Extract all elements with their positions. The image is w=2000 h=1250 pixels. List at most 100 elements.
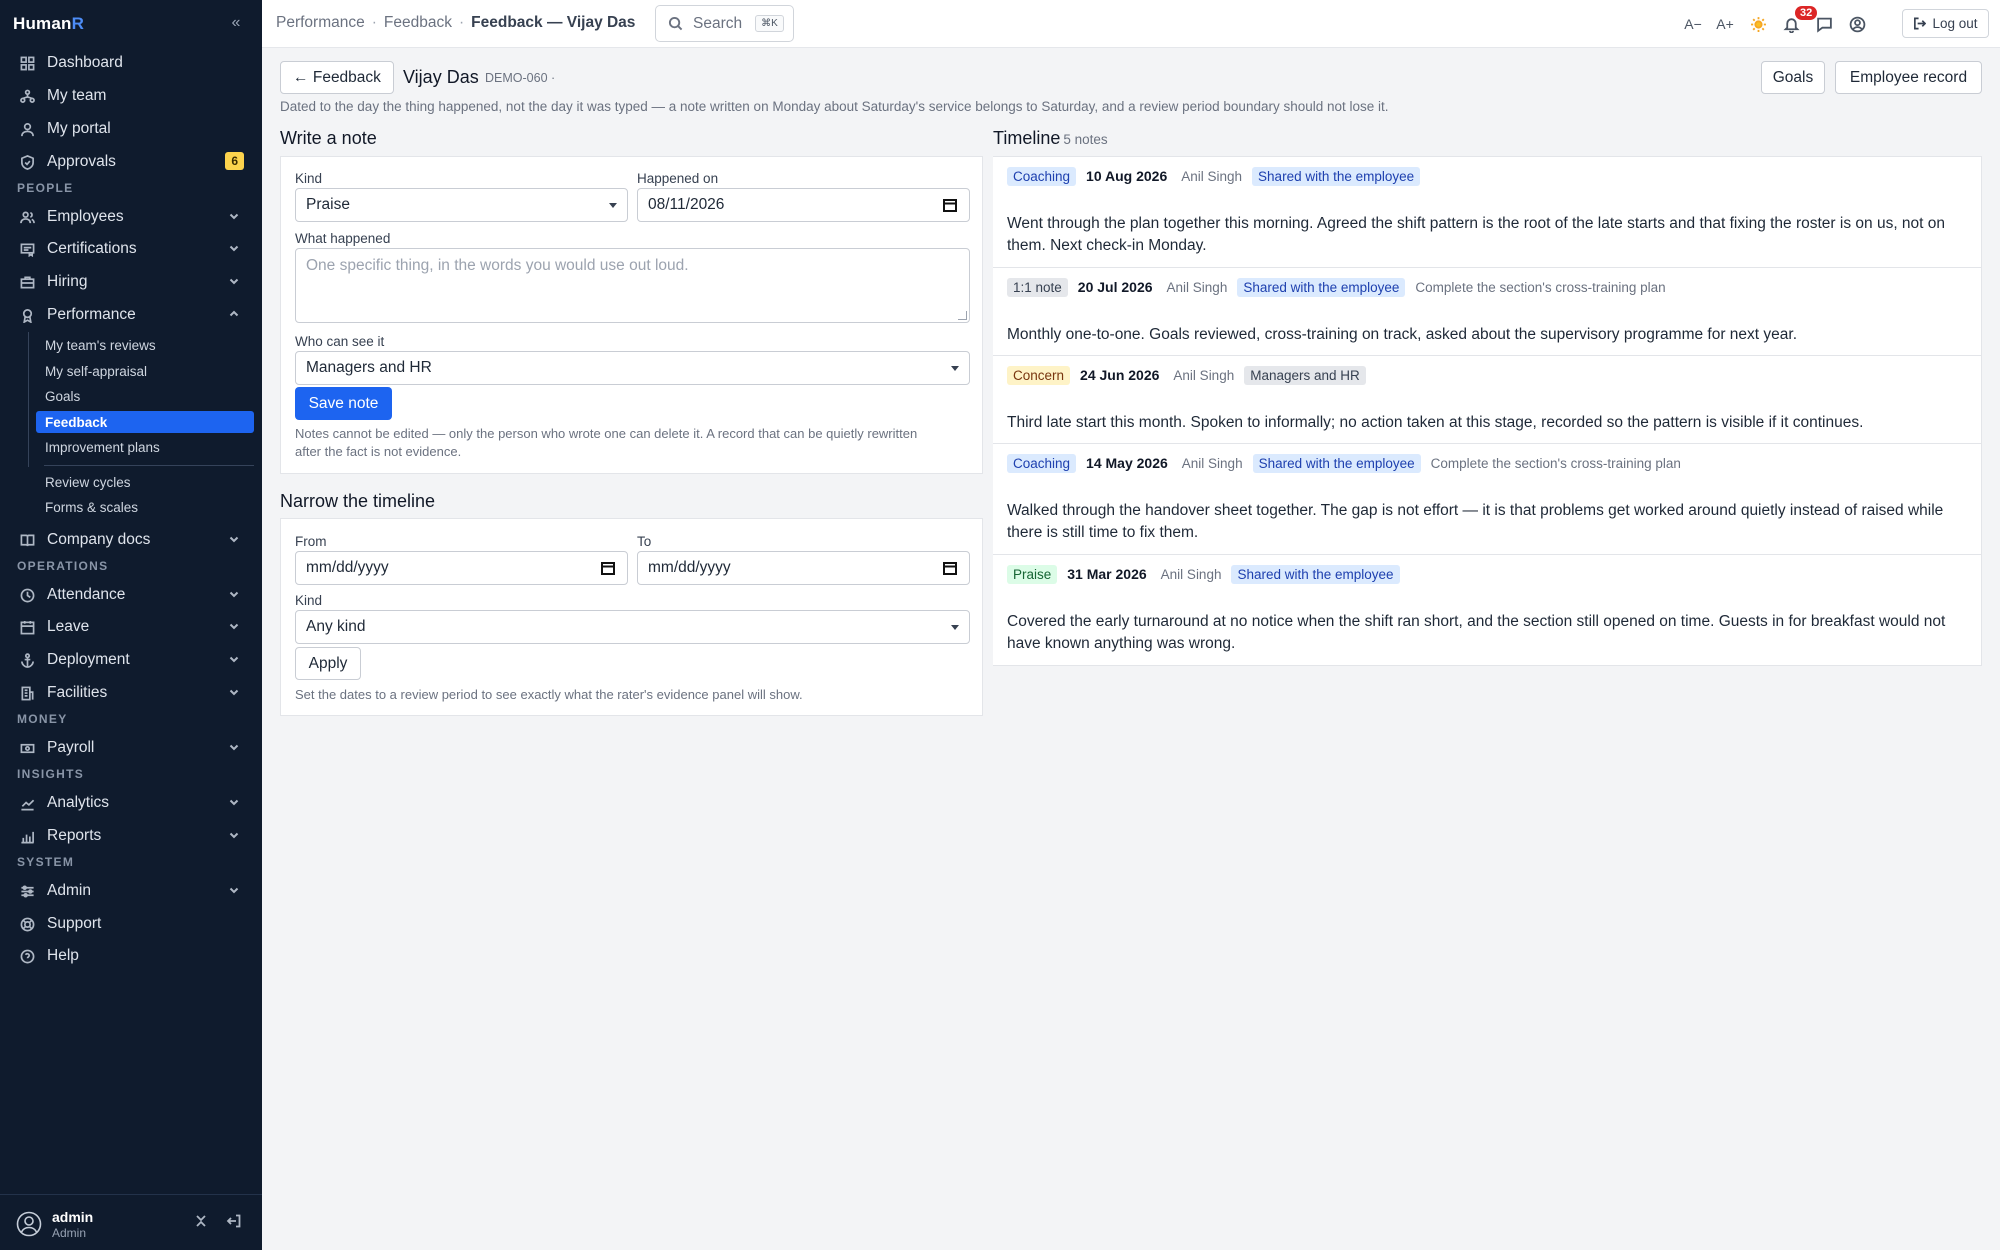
sidebar-item-company-docs[interactable]: Company docs	[12, 525, 250, 555]
sidebar-item-payroll[interactable]: Payroll	[12, 733, 250, 763]
sidebar-item-help[interactable]: Help	[12, 941, 250, 971]
sidebar-item-employees[interactable]: Employees	[12, 202, 250, 232]
breadcrumb-performance[interactable]: Performance	[276, 14, 365, 32]
chevron-down-icon	[228, 883, 242, 897]
sidebar-item-label: Performance	[47, 306, 136, 323]
kind-badge: Coaching	[1007, 453, 1077, 473]
sidebar-item-support[interactable]: Support	[12, 909, 250, 939]
section-label-money: MONEY	[17, 712, 68, 726]
calendar-picker-icon[interactable]	[601, 561, 615, 575]
what-happened-placeholder: One specific thing, in the words you wou…	[306, 257, 689, 274]
sidebar-item-hiring[interactable]: Hiring	[12, 267, 250, 297]
account-icon[interactable]	[1846, 12, 1868, 36]
filter-kind-value: Any kind	[306, 618, 366, 635]
sidebar-item-my-portal[interactable]: My portal	[12, 114, 250, 144]
timeline-title: Timeline	[993, 128, 1061, 148]
line-chart-icon	[17, 793, 37, 813]
section-label-people: PEOPLE	[17, 181, 74, 195]
sidebar-item-admin[interactable]: Admin	[12, 876, 250, 906]
sign-out-icon[interactable]	[226, 1213, 244, 1231]
sidebar-subitem-goals[interactable]: Goals	[36, 385, 254, 407]
calendar-picker-icon[interactable]	[943, 561, 957, 575]
banknote-icon	[17, 738, 37, 758]
sidebar-subitem-self-appraisal[interactable]: My self-appraisal	[36, 360, 254, 382]
save-note-help-text: Notes cannot be edited — only the person…	[295, 426, 918, 459]
linked-goal[interactable]: Complete the section's cross-training pl…	[1431, 456, 1681, 471]
calendar-icon	[17, 617, 37, 637]
sidebar-item-label: Dashboard	[47, 54, 123, 71]
collapse-sidebar-icon[interactable]: «	[228, 13, 244, 33]
avatar-icon[interactable]	[16, 1211, 42, 1237]
entry-author: Anil Singh	[1160, 566, 1222, 582]
user-bar: admin Admin	[0, 1194, 262, 1250]
sidebar-subitem-feedback[interactable]: Feedback	[36, 411, 254, 433]
narrow-timeline-card: From mm/dd/yyyy To mm/dd/yyyy Kind Any k…	[280, 518, 983, 716]
clock-icon	[17, 585, 37, 605]
sidebar-item-my-team[interactable]: My team	[12, 81, 250, 111]
sidebar-item-performance[interactable]: Performance	[12, 300, 250, 330]
decrease-font-button[interactable]: A−	[1682, 12, 1704, 36]
dropdown-caret-icon	[951, 625, 959, 630]
to-label: To	[637, 534, 652, 549]
sidebar-subitem-teams-reviews[interactable]: My team's reviews	[36, 334, 254, 356]
sun-theme-icon[interactable]	[1747, 12, 1769, 36]
to-date-input[interactable]: mm/dd/yyyy	[637, 551, 970, 585]
sidebar-item-facilities[interactable]: Facilities	[12, 678, 250, 708]
sidebar-item-analytics[interactable]: Analytics	[12, 788, 250, 818]
timeline-heading: Timeline 5 notes	[993, 128, 1108, 149]
linked-goal[interactable]: Complete the section's cross-training pl…	[1415, 280, 1665, 295]
chevron-down-icon	[228, 685, 242, 699]
visibility-badge: Managers and HR	[1244, 365, 1366, 385]
search-button[interactable]: Search ⌘K	[655, 5, 794, 42]
kind-badge: Coaching	[1007, 166, 1077, 186]
happened-on-date-input[interactable]: 08/11/2026	[637, 188, 970, 222]
sidebar-item-attendance[interactable]: Attendance	[12, 580, 250, 610]
book-icon	[17, 530, 37, 550]
sidebar-item-deployment[interactable]: Deployment	[12, 645, 250, 675]
search-icon	[668, 16, 683, 31]
visibility-select[interactable]: Managers and HR	[295, 351, 970, 385]
breadcrumb-feedback[interactable]: Feedback	[384, 14, 452, 32]
kind-select[interactable]: Praise	[295, 188, 628, 222]
timeline-entry: 1:1 note 20 Jul 2026 Anil Singh Shared w…	[993, 268, 1981, 356]
sidebar-item-reports[interactable]: Reports	[12, 821, 250, 851]
employee-record-button[interactable]: Employee record	[1835, 61, 1982, 94]
apply-filter-button[interactable]: Apply	[295, 647, 361, 680]
certificate-icon	[17, 239, 37, 259]
dropdown-caret-icon	[609, 203, 617, 208]
sidebar-subitem-forms-scales[interactable]: Forms & scales	[36, 496, 254, 518]
logout-button[interactable]: Log out	[1902, 9, 1989, 38]
back-to-feedback-button[interactable]: ← Feedback	[280, 61, 394, 94]
chat-icon[interactable]	[1813, 12, 1835, 36]
what-happened-textarea[interactable]: One specific thing, in the words you wou…	[295, 248, 970, 323]
sidebar-subitem-review-cycles[interactable]: Review cycles	[36, 471, 254, 493]
award-icon	[17, 305, 37, 325]
calendar-picker-icon[interactable]	[943, 198, 957, 212]
resize-grip-icon[interactable]	[958, 311, 967, 320]
sidebar-item-label: Reports	[47, 827, 102, 844]
increase-font-button[interactable]: A+	[1714, 12, 1736, 36]
approvals-count-badge: 6	[225, 152, 244, 170]
save-note-button[interactable]: Save note	[295, 387, 392, 420]
entry-meta: Coaching 10 Aug 2026 Anil Singh Shared w…	[1007, 165, 1430, 187]
sidebar-item-label: My portal	[47, 120, 111, 137]
filter-kind-select[interactable]: Any kind	[295, 610, 970, 644]
chevron-down-icon	[228, 740, 242, 754]
sidebar-item-leave[interactable]: Leave	[12, 612, 250, 642]
visibility-select-value: Managers and HR	[306, 359, 432, 376]
goals-button[interactable]: Goals	[1761, 61, 1825, 94]
expand-collapse-icon[interactable]	[193, 1213, 211, 1231]
chevron-down-icon	[228, 274, 242, 288]
brand-logo[interactable]: HumanR	[13, 14, 84, 34]
sidebar-item-dashboard[interactable]: Dashboard	[12, 48, 250, 78]
sidebar-subitem-improvement-plans[interactable]: Improvement plans	[36, 436, 254, 458]
entry-date: 20 Jul 2026	[1077, 279, 1153, 295]
sidebar-item-label: My team	[47, 87, 107, 104]
from-date-input[interactable]: mm/dd/yyyy	[295, 551, 628, 585]
sidebar-item-certifications[interactable]: Certifications	[12, 234, 250, 264]
sidebar-item-label: Certifications	[47, 240, 137, 257]
user-name: admin	[52, 1209, 94, 1225]
entry-author: Anil Singh	[1181, 455, 1243, 471]
entry-body: Third late start this month. Spoken to i…	[1007, 414, 1864, 431]
sidebar-item-approvals[interactable]: Approvals 6	[12, 147, 250, 177]
